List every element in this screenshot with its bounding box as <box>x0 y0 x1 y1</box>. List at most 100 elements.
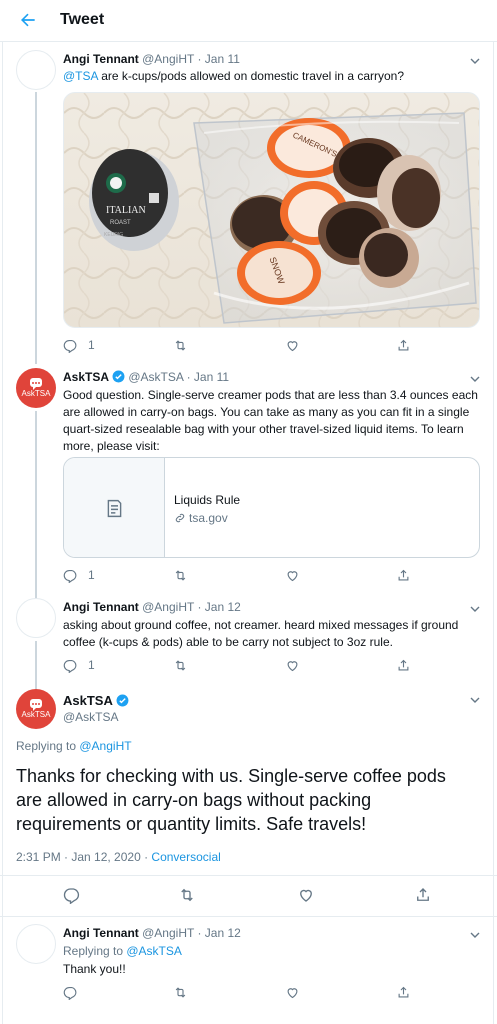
document-icon <box>107 499 122 518</box>
user-name[interactable]: AskTSA <box>63 370 109 384</box>
user-name[interactable]: Angi Tennant <box>63 52 139 66</box>
tweet-date[interactable]: · Jan 11 <box>197 52 239 66</box>
reply-icon <box>63 888 80 904</box>
chevron-down-icon[interactable] <box>470 375 480 383</box>
retweet-icon <box>175 986 186 998</box>
verified-badge-icon <box>116 694 129 707</box>
replying-to-link[interactable]: @AngiHT <box>79 739 131 753</box>
reply-button[interactable]: 1 <box>63 337 95 353</box>
tweet-header: AskTSA @AskTSA · Jan 11 <box>63 370 229 384</box>
user-handle[interactable]: @AngiHT <box>142 926 194 940</box>
heart-icon <box>287 570 298 581</box>
source-link[interactable]: Conversocial <box>151 850 220 864</box>
column-border-left <box>2 42 3 1024</box>
share-button[interactable] <box>396 337 411 353</box>
tweet-photo[interactable]: ITALIAN ROAST KEURIG CAMERON'S SNOW <box>63 92 480 328</box>
share-button[interactable] <box>396 657 411 673</box>
mention-link[interactable]: @TSA <box>63 69 98 83</box>
tweet-text: Thank you!! <box>63 962 126 976</box>
share-button[interactable] <box>396 567 411 583</box>
share-icon <box>398 339 409 350</box>
user-handle[interactable]: @AskTSA <box>63 710 119 724</box>
like-button[interactable] <box>285 567 300 583</box>
main-tweet-actions <box>63 887 443 904</box>
user-name[interactable]: AskTSA <box>63 693 113 708</box>
chevron-down-icon[interactable] <box>470 57 480 65</box>
heart-icon <box>300 889 312 902</box>
share-icon <box>398 569 409 580</box>
divider <box>0 875 497 876</box>
avatar[interactable]: AskTSA <box>16 689 56 729</box>
share-button[interactable] <box>414 887 432 903</box>
link-card[interactable]: Liquids Rule tsa.gov <box>63 457 480 558</box>
back-arrow-icon[interactable] <box>18 10 38 30</box>
thread-connector <box>35 92 37 364</box>
tweet-date[interactable]: · Jan 11 <box>187 370 229 384</box>
avatar[interactable]: AskTSA <box>16 368 56 408</box>
like-button[interactable] <box>285 984 300 1000</box>
thread-connector <box>35 641 37 689</box>
retweet-button[interactable] <box>173 567 188 583</box>
share-button[interactable] <box>396 984 411 1000</box>
chevron-down-icon[interactable] <box>470 696 480 704</box>
tweet-text: Good question. Single-serve creamer pods… <box>63 388 478 453</box>
link-icon <box>175 513 185 523</box>
user-handle[interactable]: @AngiHT <box>142 600 194 614</box>
retweet-button[interactable] <box>173 984 188 1000</box>
tweet-header: Angi Tennant @AngiHT · Jan 11 <box>63 52 240 66</box>
tweet-text: Thanks for checking with us. Single-serv… <box>16 766 446 834</box>
user-name[interactable]: Angi Tennant <box>63 926 139 940</box>
divider <box>0 916 497 917</box>
card-title: Liquids Rule <box>174 493 241 507</box>
reply-button[interactable]: 1 <box>63 567 95 583</box>
retweet-icon <box>175 339 186 351</box>
retweet-button[interactable] <box>173 337 188 353</box>
avatar[interactable] <box>16 50 56 90</box>
like-button[interactable] <box>285 337 300 353</box>
retweet-icon <box>175 659 186 671</box>
column-border-right <box>493 42 494 1024</box>
share-icon <box>417 888 429 901</box>
reply-icon <box>63 986 77 1000</box>
tweet-actions: 1 <box>63 657 423 673</box>
thread-connector <box>35 411 37 599</box>
replying-to-link[interactable]: @AskTSA <box>126 944 182 958</box>
like-button[interactable] <box>297 887 315 903</box>
card-domain: tsa.gov <box>174 511 228 525</box>
retweet-icon <box>181 888 193 902</box>
author-name-row: AskTSA <box>63 693 129 708</box>
photo-illustration: ITALIAN ROAST KEURIG CAMERON'S SNOW <box>64 93 479 327</box>
reply-icon <box>63 569 77 583</box>
avatar[interactable] <box>16 924 56 964</box>
replying-to: Replying to @AskTSA <box>63 944 182 958</box>
page-title: Tweet <box>60 11 105 28</box>
svg-text:ITALIAN: ITALIAN <box>106 205 146 216</box>
verified-badge-icon <box>112 370 125 383</box>
reply-button[interactable]: 1 <box>63 657 95 673</box>
tweet-date[interactable]: · Jan 12 <box>197 600 240 614</box>
tweet-text: asking about ground coffee, not creamer.… <box>63 618 459 649</box>
avatar[interactable] <box>16 598 56 638</box>
card-thumbnail <box>64 458 165 557</box>
user-name[interactable]: Angi Tennant <box>63 600 139 614</box>
tweet-header: Angi Tennant @AngiHT · Jan 12 <box>63 600 241 614</box>
tweet-date[interactable]: · Jan 12 <box>197 926 240 940</box>
tweet-actions <box>63 984 423 1000</box>
user-handle[interactable]: @AngiHT <box>142 52 194 66</box>
like-button[interactable] <box>285 657 300 673</box>
heart-icon <box>287 340 298 351</box>
chevron-down-icon[interactable] <box>470 605 480 613</box>
retweet-button[interactable] <box>173 657 188 673</box>
svg-text:ROAST: ROAST <box>110 220 131 226</box>
retweet-button[interactable] <box>178 887 196 903</box>
reply-button[interactable] <box>63 887 81 904</box>
share-icon <box>398 659 409 670</box>
user-handle[interactable]: @AskTSA <box>128 370 183 384</box>
top-header: Tweet <box>0 0 497 42</box>
reply-count: 1 <box>88 568 95 582</box>
chevron-down-icon[interactable] <box>470 931 480 939</box>
tweet-text: @TSA are k-cups/pods allowed on domestic… <box>63 68 404 85</box>
reply-button[interactable] <box>63 984 78 1000</box>
heart-icon <box>287 660 298 671</box>
tweet-header: Angi Tennant @AngiHT · Jan 12 <box>63 926 241 940</box>
